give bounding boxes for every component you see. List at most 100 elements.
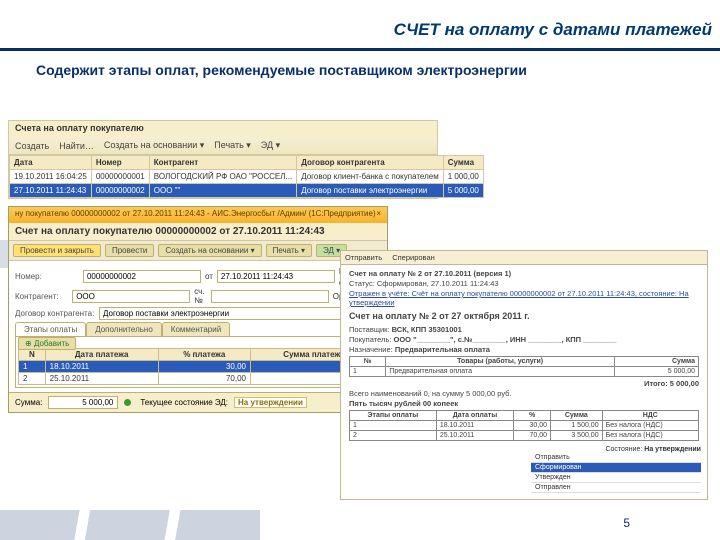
slide-title: СЧЕТ на оплату с датами платежей	[394, 20, 712, 40]
add-button[interactable]: ⊕ Добавить	[18, 337, 76, 350]
cell: ООО ""	[149, 184, 296, 198]
create-based-button[interactable]: Создать на основании ▾	[158, 244, 261, 257]
cell: 5 000,00	[443, 184, 483, 198]
cell: 1	[19, 361, 46, 373]
post-close-button[interactable]: Провести и закрыть	[13, 244, 101, 257]
state-option[interactable]: Отправить	[531, 453, 701, 463]
cell: 18.10.2011	[45, 361, 158, 373]
c: 25.10.2011	[436, 431, 513, 441]
print-button[interactable]: Печать ▾	[266, 244, 312, 257]
col-contra[interactable]: Контрагент	[149, 156, 296, 170]
table-row-selected[interactable]: 27.10.2011 11:24:43 00000000002 ООО "" Д…	[10, 184, 484, 198]
invoice-window: ну покупателю 00000000002 от 27.10.2011 …	[8, 206, 388, 413]
date-field[interactable]	[217, 270, 335, 283]
acct-label: сч.№	[194, 287, 207, 305]
invoices-list-window: Счета на оплату покупателю Создать Найти…	[8, 120, 438, 199]
cell: Договор клиент-банка с покупателем	[297, 170, 444, 184]
acct-field[interactable]	[211, 290, 329, 303]
cell: 19.10.2011 16:04:25	[10, 170, 92, 184]
total-value: 5 000,00	[48, 396, 118, 409]
ref-link[interactable]: Отражен в учёте: Счёт на оплату покупате…	[349, 289, 699, 307]
invoice-toolbar: Провести и закрыть Провести Создать на о…	[9, 240, 387, 261]
total-row: Сумма: 5 000,00 Текущее состояние ЭД: На…	[9, 392, 387, 412]
tab-extra[interactable]: Дополнительно	[86, 322, 162, 336]
invoices-table[interactable]: Дата Номер Контрагент Договор контрагент…	[9, 155, 484, 198]
stages-table[interactable]: N Дата платежа % платежа Сумма платежа 1…	[18, 348, 378, 385]
c: Предварительная оплата	[386, 367, 615, 377]
table-row[interactable]: 19.10.2011 16:04:25 00000000001 ВОЛОГОДС…	[10, 170, 484, 184]
decoration	[0, 510, 260, 540]
col-num[interactable]: Номер	[91, 156, 149, 170]
c: НДС	[602, 411, 698, 421]
state-option[interactable]: Утвержден	[531, 473, 701, 483]
c: 1	[350, 421, 437, 431]
dog-field[interactable]	[99, 307, 381, 320]
contra-field[interactable]	[72, 290, 190, 303]
state-option[interactable]: Отправлен	[531, 483, 701, 493]
val: ООО "________", с.№________, ИНН _______…	[393, 335, 616, 344]
contra-label: Контрагент:	[15, 292, 68, 301]
stage-row[interactable]: 1 18.10.2011 30,00	[19, 361, 378, 373]
divider	[0, 48, 720, 51]
invoice-header: Счет на оплату покупателю 00000000002 от…	[9, 223, 387, 240]
num-field[interactable]	[83, 270, 201, 283]
print-button[interactable]: Печать ▾	[214, 140, 251, 151]
lbl: Итого:	[644, 379, 668, 388]
cell: 30,00	[158, 361, 250, 373]
titlebar-text: ну покупателю 00000000002 от 27.10.2011 …	[15, 209, 376, 221]
col-dog[interactable]: Договор контрагента	[297, 156, 444, 170]
cell: Договор поставки электроэнергии	[297, 184, 444, 198]
col-date[interactable]: Дата	[10, 156, 92, 170]
page-number: 5	[623, 516, 630, 530]
find-button[interactable]: Найти…	[59, 141, 94, 151]
stage-row[interactable]: 2 25.10.2011 70,00	[19, 373, 378, 385]
num-label: Номер:	[15, 272, 79, 281]
create-based-button[interactable]: Создать на основании ▾	[104, 140, 204, 151]
c: №	[350, 357, 386, 367]
c: Товары (работы, услуги)	[386, 357, 615, 367]
print-preview: Отправить Сперирован Счет на оплату № 2 …	[340, 250, 708, 500]
c: 1	[350, 367, 386, 377]
state-option-selected[interactable]: Сформирован	[531, 463, 701, 473]
col: Дата платежа	[45, 349, 158, 361]
c: 70,00	[514, 431, 551, 441]
ed-state-label: Текущее состояние ЭД:	[140, 398, 228, 407]
c: Сумма	[614, 357, 698, 367]
lbl: Состояние:	[605, 446, 642, 453]
status-panel: Состояние: На утверждении Отправить Сфор…	[531, 446, 701, 493]
list-toolbar: Создать Найти… Создать на основании ▾ Пе…	[9, 137, 437, 155]
lbl: Покупатель:	[349, 335, 391, 344]
cell: 27.10.2011 11:24:43	[10, 184, 92, 198]
words: Пять тысяч рублей 00 копеек	[349, 399, 699, 408]
words: Всего наименований 0, на сумму 5 000,00 …	[349, 389, 699, 398]
c: 2	[350, 431, 437, 441]
print-meta: Счет на оплату № 2 от 27.10.2011 (версия…	[341, 265, 707, 447]
c: 3 500,00	[551, 431, 603, 441]
post-button[interactable]: Провести	[105, 244, 154, 257]
lbl: Поставщик:	[349, 325, 390, 334]
col: N	[19, 349, 46, 361]
status-line: Статус: Сформирован, 27.10.2011 11:24:43	[349, 279, 699, 288]
val: 5 000,00	[670, 379, 699, 388]
ed-button[interactable]: ЭД ▾	[261, 140, 280, 151]
date-label: от	[205, 272, 213, 281]
val: На утверждении	[644, 446, 701, 453]
c: Этапы оплаты	[350, 411, 437, 421]
close-icon[interactable]: ×	[376, 209, 381, 221]
print-title: Счет на оплату № 2 от 27.10.2011 (версия…	[349, 269, 699, 278]
tab-stages[interactable]: Этапы оплаты	[15, 322, 86, 336]
tab-comment[interactable]: Комментарий	[162, 322, 230, 336]
c: Сумма	[551, 411, 603, 421]
c: 1 500,00	[551, 421, 603, 431]
c: Дата оплаты	[436, 411, 513, 421]
col-sum[interactable]: Сумма	[443, 156, 483, 170]
c: %	[514, 411, 551, 421]
status-dot-icon	[124, 399, 131, 406]
create-button[interactable]: Создать	[15, 141, 49, 151]
dog-label: Договор контрагента:	[15, 309, 95, 318]
approve-button[interactable]: Сперирован	[392, 253, 435, 262]
send-button[interactable]: Отправить	[345, 253, 382, 262]
cell: 70,00	[158, 373, 250, 385]
cell: 1 000,00	[443, 170, 483, 184]
total-label: Сумма:	[15, 398, 42, 407]
